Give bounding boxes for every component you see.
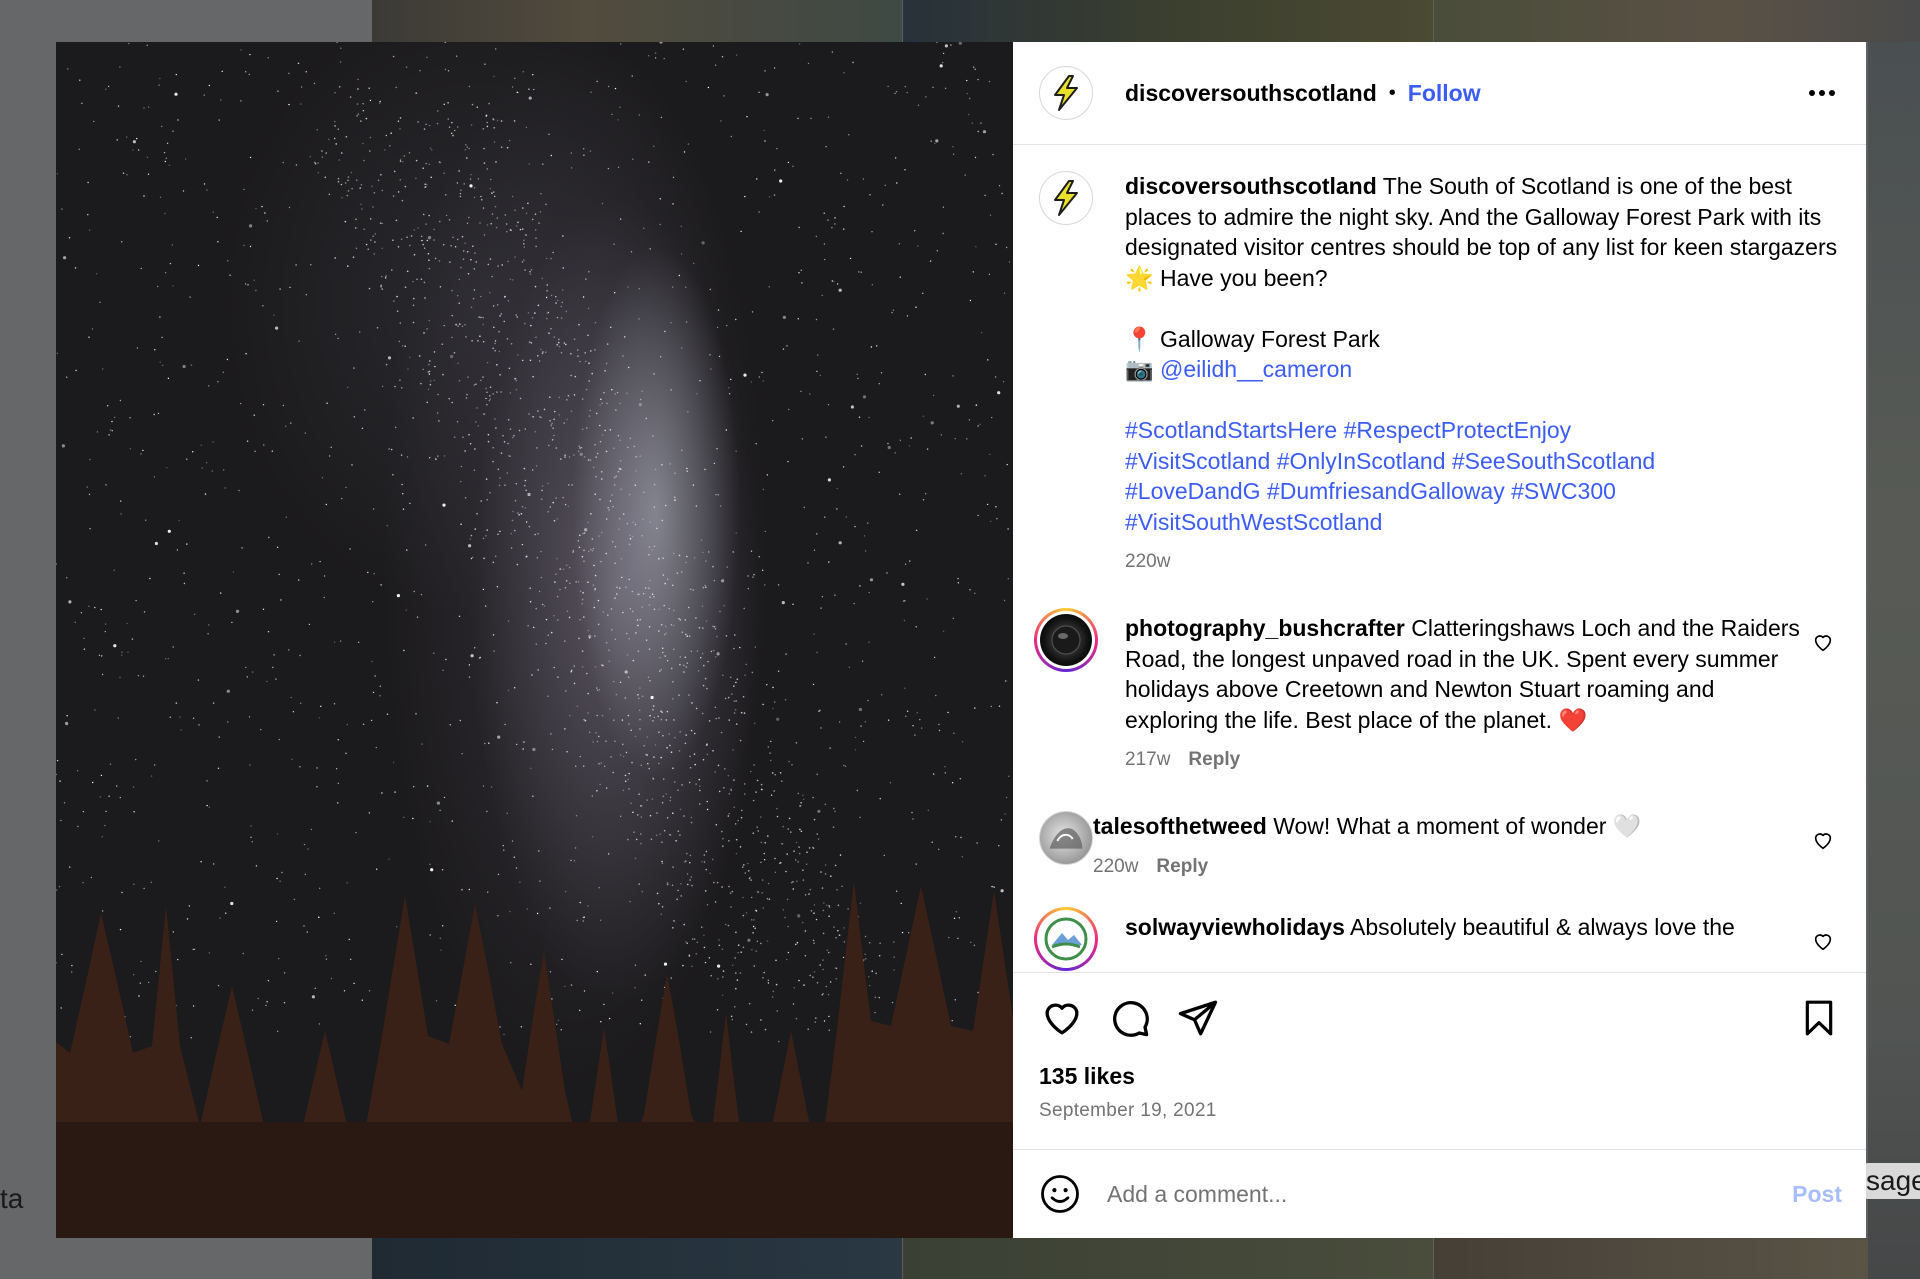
hashtag-line[interactable]: #LoveDandG #DumfriesandGalloway #SWC300 (1125, 476, 1840, 507)
caption-time[interactable]: 220w (1125, 551, 1170, 573)
share-button[interactable] (1175, 995, 1221, 1041)
comment-text-block: talesofthetweed Wow! What a moment of wo… (1093, 811, 1800, 842)
caption-body: discoversouthscotland The South of Scotl… (1125, 171, 1840, 573)
comment-item: talesofthetweed Wow! What a moment of wo… (1039, 811, 1840, 878)
author-avatar[interactable] (1039, 66, 1093, 120)
caption-meta: 220w (1125, 551, 1840, 573)
story-ring[interactable] (1034, 906, 1098, 971)
comment-item: photography_bushcrafter Clatteringshaws … (1034, 608, 1840, 771)
more-options-button[interactable] (1802, 73, 1842, 113)
background-right-area (1868, 42, 1920, 1279)
like-comment-heart-icon[interactable] (1812, 829, 1834, 851)
comment-time[interactable]: 217w (1125, 749, 1170, 771)
background-tile (903, 0, 1433, 42)
background-edge-text: ta (0, 1183, 24, 1214)
caption-text-block: discoversouthscotland The South of Scotl… (1125, 171, 1840, 293)
milky-way-image (56, 42, 1013, 1238)
heart-icon (1045, 1003, 1079, 1035)
more-horizontal-icon (1809, 90, 1835, 96)
like-comment-heart-icon[interactable] (1812, 930, 1834, 952)
bookmark-icon (1805, 1000, 1833, 1036)
like-comment-heart-icon[interactable] (1812, 631, 1834, 653)
hashtag-line[interactable]: #VisitSouthWestScotland (1125, 507, 1840, 538)
comment-meta: 220w Reply (1093, 856, 1800, 878)
comment-text-block: solwayviewholidays Absolutely beautiful … (1125, 912, 1800, 943)
caption-avatar[interactable] (1039, 171, 1093, 225)
lightning-logo-icon (1054, 180, 1078, 216)
caption-credit: 📷 @eilidh__cameron (1125, 354, 1840, 385)
save-button[interactable] (1796, 995, 1842, 1041)
reply-button[interactable]: Reply (1188, 749, 1240, 771)
follow-button[interactable]: Follow (1408, 80, 1481, 107)
comment-body: photography_bushcrafter Clatteringshaws … (1125, 613, 1840, 771)
comment-input[interactable] (1107, 1180, 1793, 1208)
comment-username[interactable]: solwayviewholidays (1125, 914, 1345, 940)
comment-text: Absolutely beautiful & always love the (1344, 913, 1735, 940)
lightning-logo-icon (1054, 75, 1078, 111)
comment-username[interactable]: photography_bushcrafter (1125, 615, 1405, 641)
camera-icon: 📷 (1125, 356, 1154, 382)
comment-time[interactable]: 220w (1093, 856, 1138, 878)
post-date: September 19, 2021 (1039, 1100, 1217, 1121)
background-tile (1434, 0, 1920, 42)
reply-button[interactable]: Reply (1156, 856, 1208, 878)
author-username[interactable]: discoversouthscotland (1125, 80, 1377, 107)
background-messages-button[interactable]: sage (1862, 1163, 1920, 1199)
comment-text-block: photography_bushcrafter Clatteringshaws … (1125, 613, 1800, 735)
comment-body: solwayviewholidays Absolutely beautiful … (1125, 912, 1840, 971)
comment-text: Wow! What a moment of wonder 🤍 (1266, 813, 1642, 839)
story-ring[interactable] (1034, 608, 1098, 672)
comment-composer: Post (1013, 1149, 1866, 1238)
separator-dot: • (1388, 81, 1396, 104)
comment-item: solwayviewholidays Absolutely beautiful … (1034, 906, 1840, 971)
commenter-avatar (1040, 614, 1092, 666)
comment-body: talesofthetweed Wow! What a moment of wo… (1093, 811, 1840, 878)
paper-plane-icon (1178, 1000, 1218, 1036)
comment-username[interactable]: talesofthetweed (1093, 813, 1267, 839)
like-button[interactable] (1039, 995, 1085, 1041)
background-tile (1434, 1238, 1868, 1279)
credit-mention-link[interactable]: @eilidh__cameron (1160, 356, 1352, 382)
emoji-icon[interactable] (1039, 1173, 1081, 1215)
post-caption: discoversouthscotland The South of Scotl… (1039, 171, 1840, 573)
post-header: discoversouthscotland • Follow (1013, 42, 1866, 145)
comment-bubble-icon (1113, 1001, 1149, 1037)
background-tile (372, 0, 902, 42)
comment-button[interactable] (1107, 995, 1153, 1041)
caption-username[interactable]: discoversouthscotland (1125, 173, 1377, 199)
post-comment-button[interactable]: Post (1792, 1181, 1842, 1208)
location-text: Galloway Forest Park (1153, 325, 1380, 352)
background-tile (903, 1238, 1433, 1279)
hashtag-line[interactable]: #ScotlandStartsHere #RespectProtectEnjoy (1125, 415, 1840, 446)
comment-meta: 217w Reply (1125, 749, 1800, 771)
pin-icon: 📍 (1125, 325, 1154, 352)
commenter-avatar[interactable] (1039, 811, 1093, 865)
background-tile (372, 1238, 902, 1279)
action-icons (1039, 995, 1842, 1041)
caption-location: 📍 Galloway Forest Park (1125, 324, 1840, 355)
likes-count[interactable]: 135 likes (1039, 1063, 1842, 1090)
commenter-avatar (1040, 912, 1092, 965)
hashtag-line[interactable]: #VisitScotland #OnlyInScotland #SeeSouth… (1125, 446, 1840, 477)
comments-scroll-area[interactable]: discoversouthscotland The South of Scotl… (1013, 145, 1866, 972)
post-panel: discoversouthscotland • Follow discovers… (1013, 42, 1866, 1238)
post-actions: 135 likes September 19, 2021 (1013, 972, 1866, 1149)
post-photo (56, 42, 1013, 1238)
post-modal: discoversouthscotland • Follow discovers… (56, 42, 1866, 1238)
